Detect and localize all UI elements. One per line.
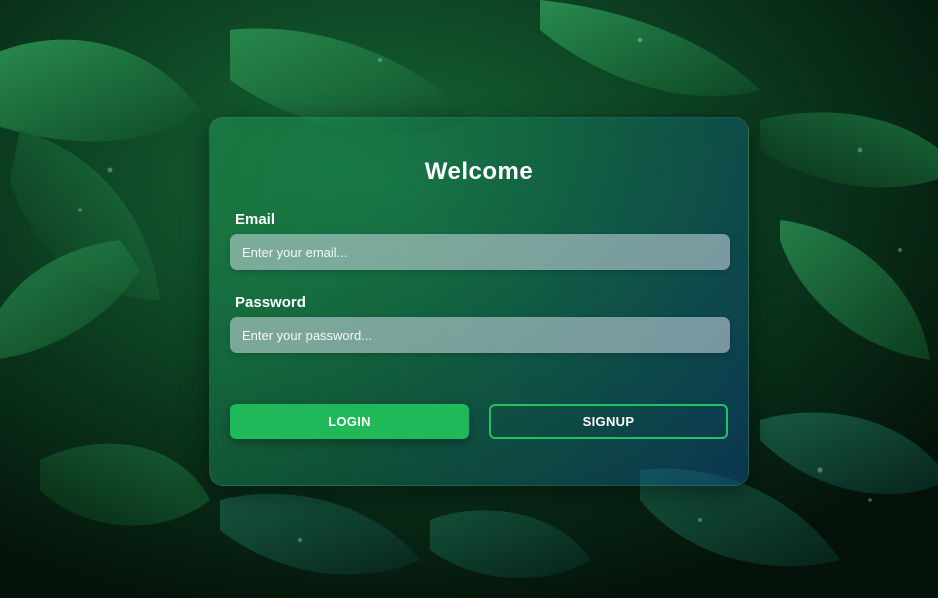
email-input[interactable] (230, 234, 730, 270)
login-button[interactable]: LOGIN (230, 404, 469, 439)
signup-button[interactable]: SIGNUP (489, 404, 728, 439)
login-card: Welcome Email Password LOGIN SIGNUP (209, 117, 749, 486)
password-label: Password (235, 294, 306, 311)
password-input[interactable] (230, 317, 730, 353)
email-label: Email (235, 211, 276, 228)
card-title: Welcome (424, 158, 534, 185)
